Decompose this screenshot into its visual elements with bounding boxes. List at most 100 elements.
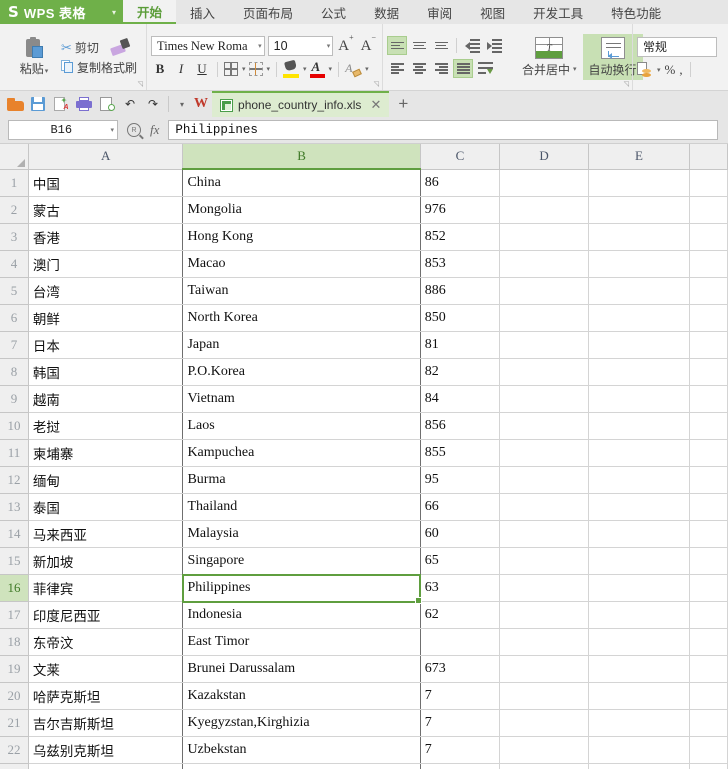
cell-E10[interactable] bbox=[588, 412, 691, 440]
column-header-c[interactable]: C bbox=[420, 144, 501, 170]
cell-F13[interactable] bbox=[689, 493, 728, 521]
cell-D15[interactable] bbox=[499, 547, 589, 575]
cell-E18[interactable] bbox=[588, 628, 691, 656]
row-header-2[interactable]: 2 bbox=[0, 196, 29, 224]
quick-access-more-caret-icon[interactable]: ▾ bbox=[174, 100, 190, 109]
cell-F21[interactable] bbox=[689, 709, 728, 737]
cell-C16[interactable]: 63 bbox=[420, 574, 501, 602]
cell-F7[interactable] bbox=[689, 331, 728, 359]
cell-D16[interactable] bbox=[499, 574, 589, 602]
cell-A23[interactable]: 塔吉克斯坦 bbox=[27, 763, 184, 769]
cell-D4[interactable] bbox=[499, 250, 589, 278]
align-left-button[interactable] bbox=[387, 59, 407, 78]
cell-A22[interactable]: 乌兹别克斯坦 bbox=[27, 736, 184, 764]
cell-C17[interactable]: 62 bbox=[420, 601, 501, 629]
cell-F12[interactable] bbox=[689, 466, 728, 494]
cell-C6[interactable]: 850 bbox=[420, 304, 501, 332]
cell-F17[interactable] bbox=[689, 601, 728, 629]
row-header-12[interactable]: 12 bbox=[0, 466, 29, 494]
paste-button[interactable]: 粘贴▾ bbox=[9, 37, 59, 77]
cell-F18[interactable] bbox=[689, 628, 728, 656]
decrease-font-size-button[interactable]: A− bbox=[359, 33, 378, 55]
column-header-b[interactable]: B bbox=[182, 144, 421, 170]
cell-B22[interactable]: Uzbekstan bbox=[182, 736, 421, 764]
increase-indent-button[interactable] bbox=[484, 36, 504, 55]
cell-F2[interactable] bbox=[689, 196, 728, 224]
cell-E16[interactable] bbox=[588, 574, 691, 602]
row-header-19[interactable]: 19 bbox=[0, 655, 29, 683]
cell-D14[interactable] bbox=[499, 520, 589, 548]
insert-function-icon[interactable]: fx bbox=[150, 122, 159, 138]
cell-A13[interactable]: 泰国 bbox=[27, 493, 184, 521]
cell-C18[interactable] bbox=[420, 628, 501, 656]
row-header-18[interactable]: 18 bbox=[0, 628, 29, 656]
cell-A17[interactable]: 印度尼西亚 bbox=[27, 601, 184, 629]
cell-E2[interactable] bbox=[588, 196, 691, 224]
cell-F5[interactable] bbox=[689, 277, 728, 305]
cell-C15[interactable]: 65 bbox=[420, 547, 501, 575]
clear-format-icon[interactable]: A bbox=[345, 61, 362, 78]
formula-input[interactable]: Philippines bbox=[168, 120, 718, 140]
cell-B15[interactable]: Singapore bbox=[182, 547, 421, 575]
cell-D17[interactable] bbox=[499, 601, 589, 629]
cell-E3[interactable] bbox=[588, 223, 691, 251]
cell-C12[interactable]: 95 bbox=[420, 466, 501, 494]
cell-A9[interactable]: 越南 bbox=[27, 385, 184, 413]
cell-C8[interactable]: 82 bbox=[420, 358, 501, 386]
cell-E9[interactable] bbox=[588, 385, 691, 413]
cell-A19[interactable]: 文莱 bbox=[27, 655, 184, 683]
cell-C11[interactable]: 855 bbox=[420, 439, 501, 467]
cell-F20[interactable] bbox=[689, 682, 728, 710]
cell-A21[interactable]: 吉尔吉斯斯坦 bbox=[27, 709, 184, 737]
align-top-button[interactable] bbox=[387, 36, 407, 55]
justify-button[interactable] bbox=[453, 59, 473, 78]
cell-D1[interactable] bbox=[499, 169, 589, 197]
cell-F19[interactable] bbox=[689, 655, 728, 683]
bold-button[interactable]: B bbox=[151, 60, 169, 78]
cell-E15[interactable] bbox=[588, 547, 691, 575]
print-preview-icon[interactable] bbox=[97, 94, 117, 114]
underline-button[interactable]: U bbox=[193, 60, 211, 78]
cell-D12[interactable] bbox=[499, 466, 589, 494]
menu-tab-view[interactable]: 视图 bbox=[466, 0, 519, 24]
cell-F9[interactable] bbox=[689, 385, 728, 413]
cell-E7[interactable] bbox=[588, 331, 691, 359]
cell-D7[interactable] bbox=[499, 331, 589, 359]
distribute-button[interactable] bbox=[475, 59, 495, 78]
cell-B8[interactable]: P.O.Korea bbox=[182, 358, 421, 386]
row-header-4[interactable]: 4 bbox=[0, 250, 29, 278]
cell-F6[interactable] bbox=[689, 304, 728, 332]
cell-D8[interactable] bbox=[499, 358, 589, 386]
cell-C19[interactable]: 673 bbox=[420, 655, 501, 683]
increase-font-size-button[interactable]: A+ bbox=[336, 33, 355, 55]
align-center-button[interactable] bbox=[409, 59, 429, 78]
cell-A14[interactable]: 马来西亚 bbox=[27, 520, 184, 548]
cell-C5[interactable]: 886 bbox=[420, 277, 501, 305]
paste-caret-icon[interactable]: ▾ bbox=[45, 68, 49, 75]
cell-C23[interactable]: 7 bbox=[420, 763, 501, 769]
cell-F15[interactable] bbox=[689, 547, 728, 575]
cell-E19[interactable] bbox=[588, 655, 691, 683]
cell-B16[interactable]: Philippines bbox=[182, 574, 421, 602]
save-icon[interactable] bbox=[28, 94, 48, 114]
cell-C3[interactable]: 852 bbox=[420, 223, 501, 251]
comma-format-button[interactable]: , bbox=[679, 62, 682, 78]
merge-caret-icon[interactable]: ▾ bbox=[573, 65, 577, 73]
cell-C4[interactable]: 853 bbox=[420, 250, 501, 278]
row-header-11[interactable]: 11 bbox=[0, 439, 29, 467]
cell-C9[interactable]: 84 bbox=[420, 385, 501, 413]
row-header-9[interactable]: 9 bbox=[0, 385, 29, 413]
font-size-caret-icon[interactable]: ▾ bbox=[327, 42, 331, 50]
borders-caret-icon[interactable]: ▾ bbox=[242, 65, 246, 73]
row-header-5[interactable]: 5 bbox=[0, 277, 29, 305]
new-tab-button[interactable]: + bbox=[389, 91, 417, 117]
column-header-e[interactable]: E bbox=[588, 144, 691, 170]
fill-color-caret-icon[interactable]: ▾ bbox=[303, 65, 307, 73]
accounting-format-icon[interactable] bbox=[637, 62, 652, 77]
close-icon[interactable]: ✕ bbox=[370, 97, 381, 113]
row-header-23[interactable]: 23 bbox=[0, 763, 29, 769]
cell-D13[interactable] bbox=[499, 493, 589, 521]
column-header-a[interactable]: A bbox=[28, 144, 184, 170]
open-icon[interactable] bbox=[5, 94, 25, 114]
align-bottom-button[interactable] bbox=[431, 36, 451, 55]
